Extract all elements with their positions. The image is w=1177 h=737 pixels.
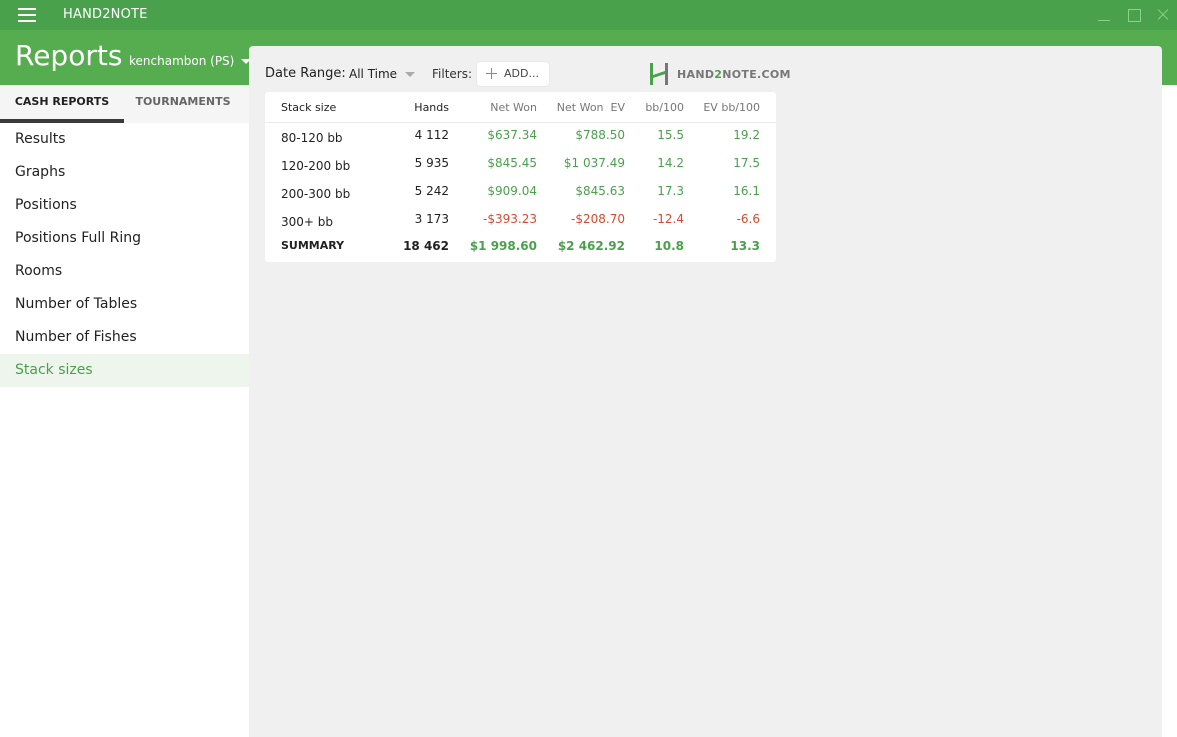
summary-row: SUMMARY 18 462 $1 998.60 $2 462.92 10.8 … [265, 235, 776, 259]
summary-label: SUMMARY [281, 239, 345, 252]
stack-size-cell: 300+ bb [281, 215, 334, 229]
sidebar-item-stack-sizes[interactable]: Stack sizes [0, 354, 249, 387]
sidebar-item-graphs[interactable]: Graphs [0, 156, 249, 189]
table-row[interactable]: 300+ bb 3 173 -$393.23 -$208.70 -12.4 -6… [265, 207, 776, 235]
table-header: Stack size Hands Net Won Net Won EV bb/1… [265, 92, 776, 123]
report-tabs: CASH REPORTS TOURNAMENTS [0, 85, 249, 123]
minimize-icon[interactable] [1095, 6, 1113, 24]
add-filter-label: ADD... [504, 67, 539, 80]
tab-cash-reports[interactable]: CASH REPORTS [0, 85, 124, 123]
hands-cell: 5 242 [414, 184, 449, 198]
sidebar: CASH REPORTS TOURNAMENTS Results Graphs … [0, 85, 249, 737]
logo-text: HAND2NOTE.COM [677, 68, 791, 81]
page-title: Reports [15, 39, 123, 72]
ev-bb-100-cell: -6.6 [736, 212, 760, 226]
ev-bb-100-cell: 16.1 [733, 184, 760, 198]
summary-hands: 18 462 [403, 239, 449, 253]
menu-icon[interactable] [18, 8, 36, 22]
right-edge-panel [1162, 85, 1177, 737]
net-won-ev-cell: $845.63 [575, 184, 625, 198]
summary-ev-bb-100: 13.3 [730, 239, 760, 253]
net-won-ev-cell: $788.50 [575, 128, 625, 142]
app-title: HAND2NOTE [63, 7, 148, 22]
column-header-hands[interactable]: Hands [414, 101, 449, 114]
stack-sizes-table: Stack size Hands Net Won Net Won EV bb/1… [265, 92, 776, 262]
sidebar-item-rooms[interactable]: Rooms [0, 255, 249, 288]
close-icon[interactable] [1154, 6, 1172, 24]
account-selector[interactable]: kenchambon (PS) [129, 54, 252, 68]
net-won-cell: $637.34 [487, 128, 537, 142]
tab-tournaments[interactable]: TOURNAMENTS [124, 85, 242, 123]
sidebar-item-positions[interactable]: Positions [0, 189, 249, 222]
sidebar-item-number-of-tables[interactable]: Number of Tables [0, 288, 249, 321]
date-range-value: All Time [349, 67, 398, 81]
date-range-select[interactable]: All Time [349, 67, 416, 81]
table-row[interactable]: 120-200 bb 5 935 $845.45 $1 037.49 14.2 … [265, 151, 776, 179]
hand2note-logo-icon [650, 63, 668, 85]
date-range-label: Date Range: [265, 66, 346, 81]
chevron-down-icon [405, 72, 416, 77]
column-header-stack-size[interactable]: Stack size [281, 101, 336, 114]
table-row[interactable]: 200-300 bb 5 242 $909.04 $845.63 17.3 16… [265, 179, 776, 207]
column-header-ev-bb-100[interactable]: EV bb/100 [703, 101, 760, 114]
summary-bb-100: 10.8 [654, 239, 684, 253]
hands-cell: 5 935 [414, 156, 449, 170]
bb-100-cell: 14.2 [657, 156, 684, 170]
hands-cell: 3 173 [414, 212, 449, 226]
bb-100-cell: -12.4 [652, 212, 684, 226]
column-header-bb-100[interactable]: bb/100 [645, 101, 684, 114]
add-filter-button[interactable]: ADD... [477, 62, 549, 86]
net-won-ev-cell: $1 037.49 [563, 156, 625, 170]
ev-bb-100-cell: 17.5 [733, 156, 760, 170]
sidebar-item-number-of-fishes[interactable]: Number of Fishes [0, 321, 249, 354]
table-row[interactable]: 80-120 bb 4 112 $637.34 $788.50 15.5 19.… [265, 123, 776, 151]
summary-net-won: $1 998.60 [469, 239, 537, 253]
title-bar: HAND2NOTE [0, 0, 1177, 30]
hands-cell: 4 112 [414, 128, 449, 142]
stack-size-cell: 80-120 bb [281, 131, 343, 145]
sidebar-item-results[interactable]: Results [0, 123, 249, 156]
summary-net-won-ev: $2 462.92 [557, 239, 625, 253]
main-panel: Date Range: All Time Filters: ADD... HAN… [249, 46, 1162, 737]
net-won-cell: $845.45 [487, 156, 537, 170]
bb-100-cell: 17.3 [657, 184, 684, 198]
column-header-net-won-ev[interactable]: Net Won EV [557, 101, 625, 114]
column-header-net-won[interactable]: Net Won [490, 101, 537, 114]
maximize-icon[interactable] [1125, 6, 1143, 24]
plus-icon [486, 68, 497, 79]
report-nav: Results Graphs Positions Positions Full … [0, 123, 249, 387]
sidebar-item-positions-full-ring[interactable]: Positions Full Ring [0, 222, 249, 255]
stack-size-cell: 120-200 bb [281, 159, 351, 173]
stack-size-cell: 200-300 bb [281, 187, 351, 201]
account-label: kenchambon (PS) [129, 54, 235, 68]
bb-100-cell: 15.5 [657, 128, 684, 142]
net-won-ev-cell: -$208.70 [571, 212, 625, 226]
net-won-cell: -$393.23 [483, 212, 537, 226]
filters-label: Filters: [432, 67, 473, 81]
net-won-cell: $909.04 [487, 184, 537, 198]
ev-bb-100-cell: 19.2 [733, 128, 760, 142]
